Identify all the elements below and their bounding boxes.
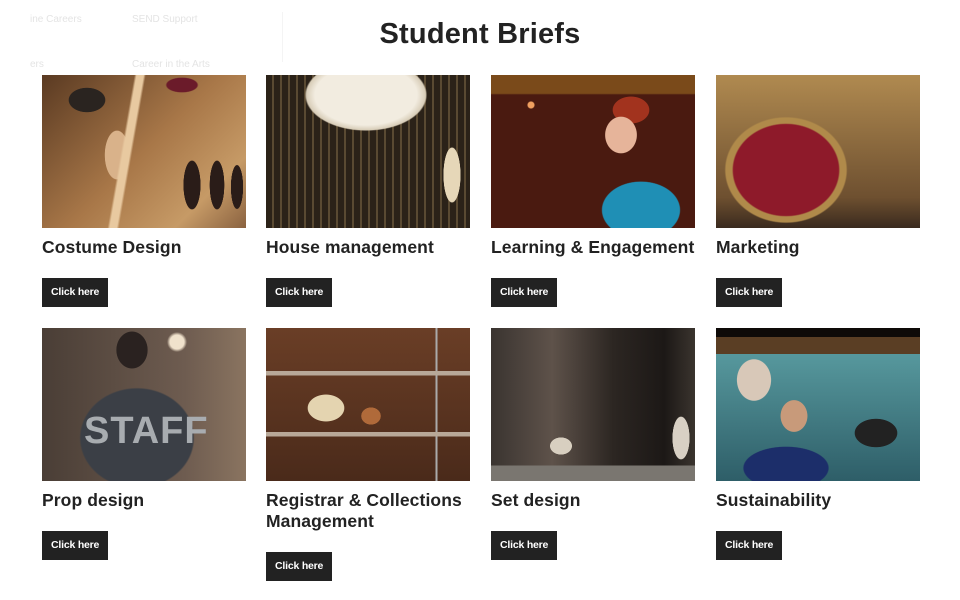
brief-card-set-design: Set design Click here <box>491 328 695 560</box>
brief-card-house-management: House management Click here <box>266 75 470 307</box>
page-title: Student Briefs <box>379 18 581 50</box>
costume-design-image[interactable] <box>42 75 246 228</box>
sustainability-image[interactable] <box>716 328 920 481</box>
nav-item-ers: ers <box>30 59 44 70</box>
card-title: Registrar & Collections Management <box>266 490 462 531</box>
click-here-button[interactable]: Click here <box>42 278 109 307</box>
brief-card-costume-design: Costume Design Click here <box>42 75 246 307</box>
click-here-button[interactable]: Click here <box>716 531 783 560</box>
brief-card-prop-design: STAFF Prop design Click here <box>42 328 246 560</box>
card-title: Set design <box>491 490 581 510</box>
card-title: Costume Design <box>42 237 182 257</box>
staff-shirt-text: STAFF <box>84 410 209 452</box>
marketing-image[interactable] <box>716 75 920 228</box>
click-here-button[interactable]: Click here <box>42 531 109 560</box>
card-title: Prop design <box>42 490 145 510</box>
nav-item-career-in-the-arts: Career in the Arts <box>132 59 210 70</box>
card-title: Learning & Engagement <box>491 237 695 257</box>
brief-card-learning-engagement: Learning & Engagement Click here <box>491 75 695 307</box>
prop-design-image[interactable]: STAFF <box>42 328 246 481</box>
click-here-button[interactable]: Click here <box>491 531 558 560</box>
card-title: House management <box>266 237 434 257</box>
click-here-button[interactable]: Click here <box>266 278 333 307</box>
click-here-button[interactable]: Click here <box>491 278 558 307</box>
brief-card-marketing: Marketing Click here <box>716 75 920 307</box>
house-management-image[interactable] <box>266 75 470 228</box>
click-here-button[interactable]: Click here <box>716 278 783 307</box>
click-here-button[interactable]: Click here <box>266 552 333 581</box>
set-design-image[interactable] <box>491 328 695 481</box>
card-title: Marketing <box>716 237 800 257</box>
card-title: Sustainability <box>716 490 832 510</box>
brief-card-registrar-collections: Registrar & Collections Management Click… <box>266 328 470 581</box>
brief-card-sustainability: Sustainability Click here <box>716 328 920 560</box>
registrar-collections-image[interactable] <box>266 328 470 481</box>
learning-engagement-image[interactable] <box>491 75 695 228</box>
